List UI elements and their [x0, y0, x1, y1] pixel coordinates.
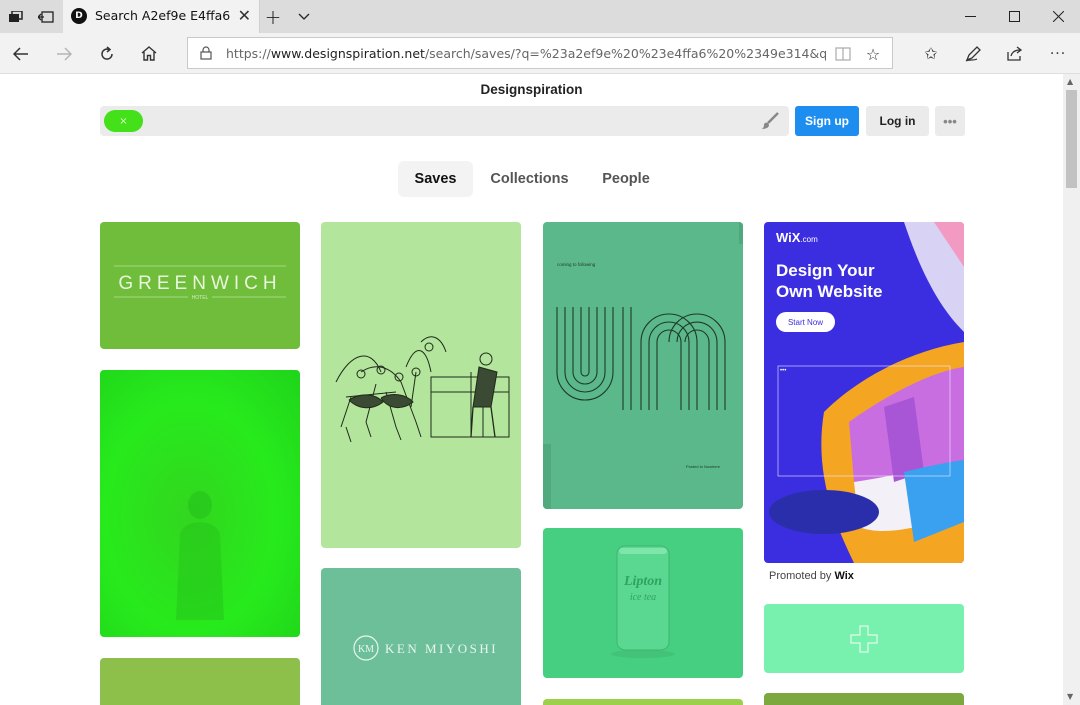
wix-ad-card[interactable]: ••• WiX.com Design Your Own Website Star…: [764, 222, 964, 563]
favorites-hub-icon[interactable]: ✩: [913, 37, 949, 70]
wix-logo: WiX.com: [776, 230, 818, 245]
home-icon[interactable]: [131, 37, 167, 70]
tab-people[interactable]: People: [593, 161, 659, 197]
settings-more-icon[interactable]: ···: [1040, 37, 1076, 70]
paint-brush-icon[interactable]: [761, 112, 779, 130]
result-tabs: Saves Collections People: [0, 161, 1063, 197]
close-window-icon[interactable]: [1036, 0, 1080, 33]
greenwich-subtext: HOTEL: [192, 295, 209, 301]
figure-silhouette-image: [176, 491, 224, 620]
ken-miyoshi-logo-image: KM KEN MIYOSHI: [353, 635, 498, 661]
address-url[interactable]: https://www.designspiration.net/search/s…: [226, 46, 826, 61]
plus-sign-icon: [850, 625, 878, 653]
forward-arrow-icon[interactable]: [46, 37, 82, 70]
tab-list-chevron-icon[interactable]: [294, 0, 314, 33]
web-page: Designspiration × Sign up Log in ••• Sav…: [0, 74, 1063, 705]
wix-headline-line1: Design Your: [776, 261, 875, 280]
url-domain: www.designspiration.net: [270, 46, 425, 61]
promoted-by-label[interactable]: Promoted by Wix: [769, 570, 854, 582]
tab-close-icon[interactable]: ✕: [238, 6, 251, 25]
page-scrollbar[interactable]: ▲ ▼: [1063, 74, 1080, 705]
greenwich-logo-image: GREENWICH HOTEL: [114, 265, 286, 301]
log-in-button[interactable]: Log in: [866, 106, 929, 136]
minimize-icon[interactable]: [948, 0, 992, 33]
km-monogram: KM: [358, 644, 374, 655]
bottom-left-card[interactable]: [100, 658, 300, 705]
site-brand-logo[interactable]: Designspiration: [0, 82, 1063, 97]
tab-collections[interactable]: Collections: [483, 161, 576, 197]
svg-text:•••: •••: [780, 368, 786, 374]
ken-miyoshi-text: KEN MIYOSHI: [385, 641, 498, 656]
color-filter-chip[interactable]: ×: [104, 110, 143, 132]
green-fog-figure-card[interactable]: [100, 370, 300, 637]
url-path: /search/saves/?q=%23a2ef9e%20%23e4ffa6%2…: [424, 46, 826, 61]
wm-bottom-caption: Posted to Nowhere: [686, 464, 721, 469]
maximize-icon[interactable]: [992, 0, 1036, 33]
more-options-button[interactable]: •••: [935, 106, 965, 136]
wix-headline: Design Your Own Website: [776, 260, 882, 302]
address-bar[interactable]: https://www.designspiration.net/search/s…: [187, 37, 893, 69]
tab-favicon-icon: D: [71, 8, 87, 24]
promoted-brand: Wix: [834, 570, 854, 582]
greenwich-text: GREENWICH: [118, 273, 281, 294]
share-icon[interactable]: [997, 37, 1033, 70]
plus-card[interactable]: [764, 604, 964, 673]
scroll-down-arrow-icon[interactable]: ▼: [1067, 692, 1073, 701]
new-tab-plus-icon[interactable]: +: [263, 0, 283, 33]
tea-can-image: Lipton ice tea: [611, 545, 675, 658]
ken-miyoshi-card[interactable]: KM KEN MIYOSHI: [321, 568, 521, 705]
wm-top-caption: coming to following: [557, 262, 596, 267]
ballet-illustration-card[interactable]: [321, 222, 521, 548]
can-brand-line1: Lipton: [623, 574, 662, 589]
sign-up-button[interactable]: Sign up: [795, 106, 859, 136]
bottom-middle-card[interactable]: [543, 699, 743, 705]
search-bar[interactable]: ×: [100, 106, 789, 136]
url-prefix: https://: [226, 46, 271, 61]
can-brand-line2: ice tea: [630, 592, 656, 603]
add-notes-pen-icon[interactable]: [955, 37, 991, 70]
back-arrow-icon[interactable]: [3, 37, 39, 70]
scroll-up-arrow-icon[interactable]: ▲: [1067, 77, 1073, 86]
wix-start-now-button[interactable]: Start Now: [776, 312, 835, 332]
tea-can-card[interactable]: Lipton ice tea: [543, 528, 743, 678]
browser-nav-bar: https://www.designspiration.net/search/s…: [0, 33, 1080, 74]
tab-title: Search A2ef9e E4ffa6 49: [95, 8, 231, 23]
tab-actions-icon[interactable]: [4, 0, 28, 33]
greenwich-card[interactable]: GREENWICH HOTEL: [100, 222, 300, 349]
tab-saves[interactable]: Saves: [398, 161, 473, 197]
favorite-star-icon[interactable]: ☆: [863, 44, 883, 64]
refresh-icon[interactable]: [89, 37, 125, 70]
wm-poster-card[interactable]: coming to following Posted to Nowhere: [543, 222, 743, 509]
wix-headline-line2: Own Website: [776, 282, 883, 301]
lock-icon: [200, 46, 212, 60]
chip-close-icon[interactable]: ×: [119, 116, 127, 127]
ballet-sketch-image: [335, 336, 510, 443]
reading-view-icon[interactable]: [833, 44, 853, 64]
browser-tab-bar: D Search A2ef9e E4ffa6 49 ✕ +: [0, 0, 1080, 33]
scroll-thumb[interactable]: [1066, 90, 1077, 188]
browser-tab-active[interactable]: D Search A2ef9e E4ffa6 49 ✕: [63, 0, 260, 33]
promoted-prefix: Promoted by: [769, 570, 832, 582]
wm-lettering-image: coming to following Posted to Nowhere: [543, 222, 743, 509]
bottom-right-card[interactable]: [764, 693, 964, 705]
set-aside-tabs-icon[interactable]: [34, 0, 58, 33]
